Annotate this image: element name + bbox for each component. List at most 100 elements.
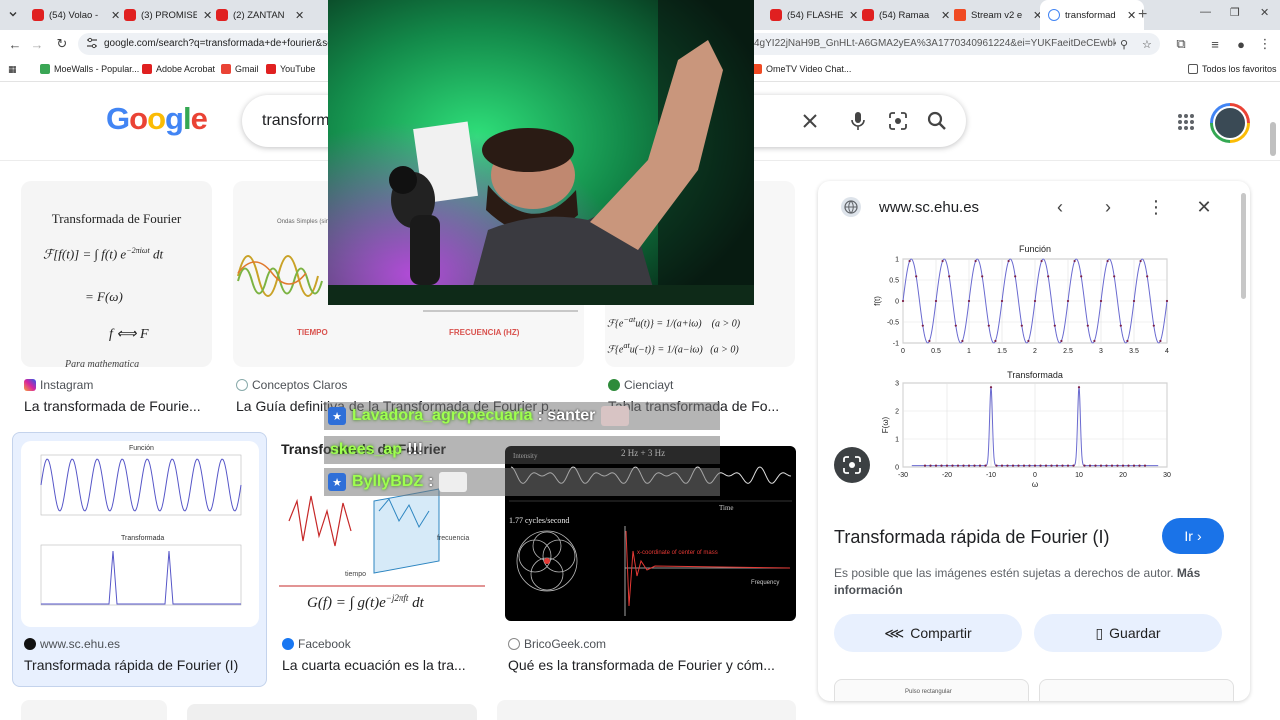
- x-tick-label: -30: [898, 472, 908, 479]
- new-tab-button[interactable]: +: [1138, 6, 1147, 24]
- y-tick-label: 3: [895, 381, 899, 388]
- data-point: [901, 299, 905, 303]
- data-point: [1011, 464, 1015, 467]
- y-tick-label: 2: [895, 409, 899, 416]
- clear-search-icon[interactable]: [798, 109, 822, 133]
- data-point: [1138, 464, 1141, 467]
- minimize-button[interactable]: —: [1200, 6, 1211, 18]
- data-point: [1106, 259, 1109, 263]
- result-title-ehu[interactable]: Transformada rápida de Fourier (I): [24, 657, 254, 673]
- related-thumb-1[interactable]: Pulso rectangular: [834, 679, 1029, 701]
- site-info-icon[interactable]: [86, 37, 98, 49]
- bookmark-star-icon[interactable]: ☆: [1142, 38, 1152, 51]
- result-thumb-row3-3[interactable]: [497, 700, 796, 720]
- close-tab-icon[interactable]: ✕: [849, 9, 858, 22]
- previous-image-icon[interactable]: ‹: [1048, 195, 1072, 219]
- close-panel-icon[interactable]: ✕: [1192, 195, 1216, 219]
- result-source-ehu[interactable]: www.sc.ehu.es: [24, 637, 120, 651]
- close-tab-icon[interactable]: ✕: [111, 9, 120, 22]
- result-title-bricogeek[interactable]: Qué es la transformada de Fourier y cóm.…: [508, 657, 790, 673]
- related-thumb-2[interactable]: [1039, 679, 1234, 701]
- reload-button[interactable]: ↻: [53, 35, 71, 53]
- result-source-bricogeek[interactable]: BricoGeek.com: [508, 637, 606, 651]
- panel-domain[interactable]: www.sc.ehu.es: [879, 199, 979, 216]
- result-title-instagram[interactable]: La transformada de Fourie...: [24, 398, 214, 414]
- data-point: [995, 464, 998, 467]
- x-tick-label: 0: [1033, 472, 1037, 479]
- close-window-button[interactable]: ✕: [1260, 6, 1269, 19]
- media-icon[interactable]: ≡: [1206, 35, 1224, 53]
- chart-title-bottom: Transformada: [1007, 370, 1063, 380]
- bookmark-acrobat[interactable]: Adobe Acrobat: [142, 64, 215, 74]
- bookmark-ometv[interactable]: OmeTV Video Chat...: [752, 64, 851, 74]
- chart-title-top: Función: [1019, 244, 1051, 254]
- next-image-icon[interactable]: ›: [1096, 195, 1120, 219]
- lens-search-button[interactable]: [834, 447, 870, 483]
- result-thumb-row3-2[interactable]: [187, 704, 477, 720]
- result-source-cienciayt[interactable]: Cienciayt: [608, 378, 673, 392]
- microphone-icon[interactable]: [846, 109, 870, 133]
- account-avatar[interactable]: [1210, 103, 1250, 143]
- folder-icon: [1188, 64, 1198, 74]
- maximize-button[interactable]: ❐: [1230, 6, 1240, 19]
- google-icon: [1048, 9, 1060, 21]
- page-scrollbar[interactable]: [1270, 122, 1276, 156]
- bookmark-gmail[interactable]: Gmail: [221, 64, 259, 74]
- apps-icon[interactable]: ▦: [8, 64, 17, 75]
- zoom-icon[interactable]: ⚲: [1120, 38, 1128, 51]
- bookmark-icon: ▯: [1095, 624, 1104, 641]
- result-thumb-ehu[interactable]: Función Transformada: [21, 441, 259, 627]
- x-tick-label: 30: [1163, 472, 1171, 479]
- close-tab-icon[interactable]: ✕: [1127, 9, 1136, 22]
- all-bookmarks[interactable]: Todos los favoritos: [1188, 64, 1277, 74]
- panel-scrollbar[interactable]: [1241, 193, 1246, 299]
- data-point: [929, 464, 932, 467]
- google-logo[interactable]: Google: [106, 101, 208, 137]
- panel-title[interactable]: Transformada rápida de Fourier (I): [834, 527, 1109, 548]
- save-button[interactable]: ▯ Guardar: [1034, 614, 1222, 652]
- back-button[interactable]: ←: [6, 35, 24, 53]
- data-point: [1083, 464, 1086, 467]
- google-apps-icon[interactable]: [1177, 113, 1195, 136]
- result-source-conceptos[interactable]: Conceptos Claros: [236, 378, 347, 392]
- data-point: [1099, 299, 1103, 303]
- forward-button[interactable]: →: [28, 35, 46, 53]
- close-tab-icon[interactable]: ✕: [295, 9, 304, 22]
- y-tick-label: -0.5: [887, 320, 899, 327]
- extensions-icon[interactable]: ⧉: [1172, 35, 1190, 53]
- more-options-icon[interactable]: ⋮: [1144, 195, 1168, 219]
- close-tab-icon[interactable]: ✕: [941, 9, 950, 22]
- tab-2[interactable]: (3) PROMISE ✕: [124, 0, 212, 30]
- search-icon[interactable]: [925, 109, 949, 133]
- tab-3[interactable]: (2) ZANTAN ✕: [216, 0, 304, 30]
- emote-icon: [601, 406, 630, 426]
- tab-7-active[interactable]: transformad ✕: [1040, 0, 1145, 30]
- bookmark-youtube[interactable]: YouTube: [266, 64, 315, 74]
- chevron-right-icon: ›: [1196, 528, 1202, 544]
- menu-icon[interactable]: ⋮: [1256, 35, 1274, 53]
- close-tab-icon[interactable]: ✕: [203, 9, 212, 22]
- result-source-facebook[interactable]: Facebook: [282, 637, 351, 651]
- data-point: [928, 339, 931, 343]
- bookmark-moewalls[interactable]: MoeWalls - Popular...: [40, 64, 139, 74]
- result-source-instagram[interactable]: Instagram: [24, 378, 93, 392]
- data-point: [915, 275, 918, 278]
- result-thumb-instagram[interactable]: Transformada de Fourier ℱ[f(t)] = ∫ f(t)…: [21, 181, 212, 367]
- data-point: [934, 464, 938, 467]
- search-query[interactable]: transform: [262, 112, 330, 130]
- data-point: [1099, 464, 1103, 467]
- panel-image[interactable]: Función 0 0.5 1 1.5 2 2.5 3 3.5 4 -1 -0.5 0 0.5 1 f(t) …: [818, 235, 1250, 501]
- profile-icon[interactable]: ●: [1232, 35, 1250, 53]
- tab-5[interactable]: (54) Ramaa ✕: [862, 0, 950, 30]
- visit-button[interactable]: Ir ›: [1162, 518, 1224, 554]
- result-thumb-row3-1[interactable]: [21, 700, 167, 720]
- tab-4[interactable]: (54) FLASHE ✕: [770, 0, 858, 30]
- tab-search-button[interactable]: [4, 5, 22, 23]
- lens-camera-icon[interactable]: [886, 109, 910, 133]
- tab-1[interactable]: (54) Volao - ✕: [32, 0, 120, 30]
- emote-icon: [439, 472, 468, 492]
- share-button[interactable]: ⋘ Compartir: [834, 614, 1022, 652]
- data-point: [1066, 299, 1070, 303]
- tab-6[interactable]: Stream v2 e ✕: [954, 0, 1042, 30]
- result-title-facebook[interactable]: La cuarta ecuación es la tra...: [282, 657, 482, 673]
